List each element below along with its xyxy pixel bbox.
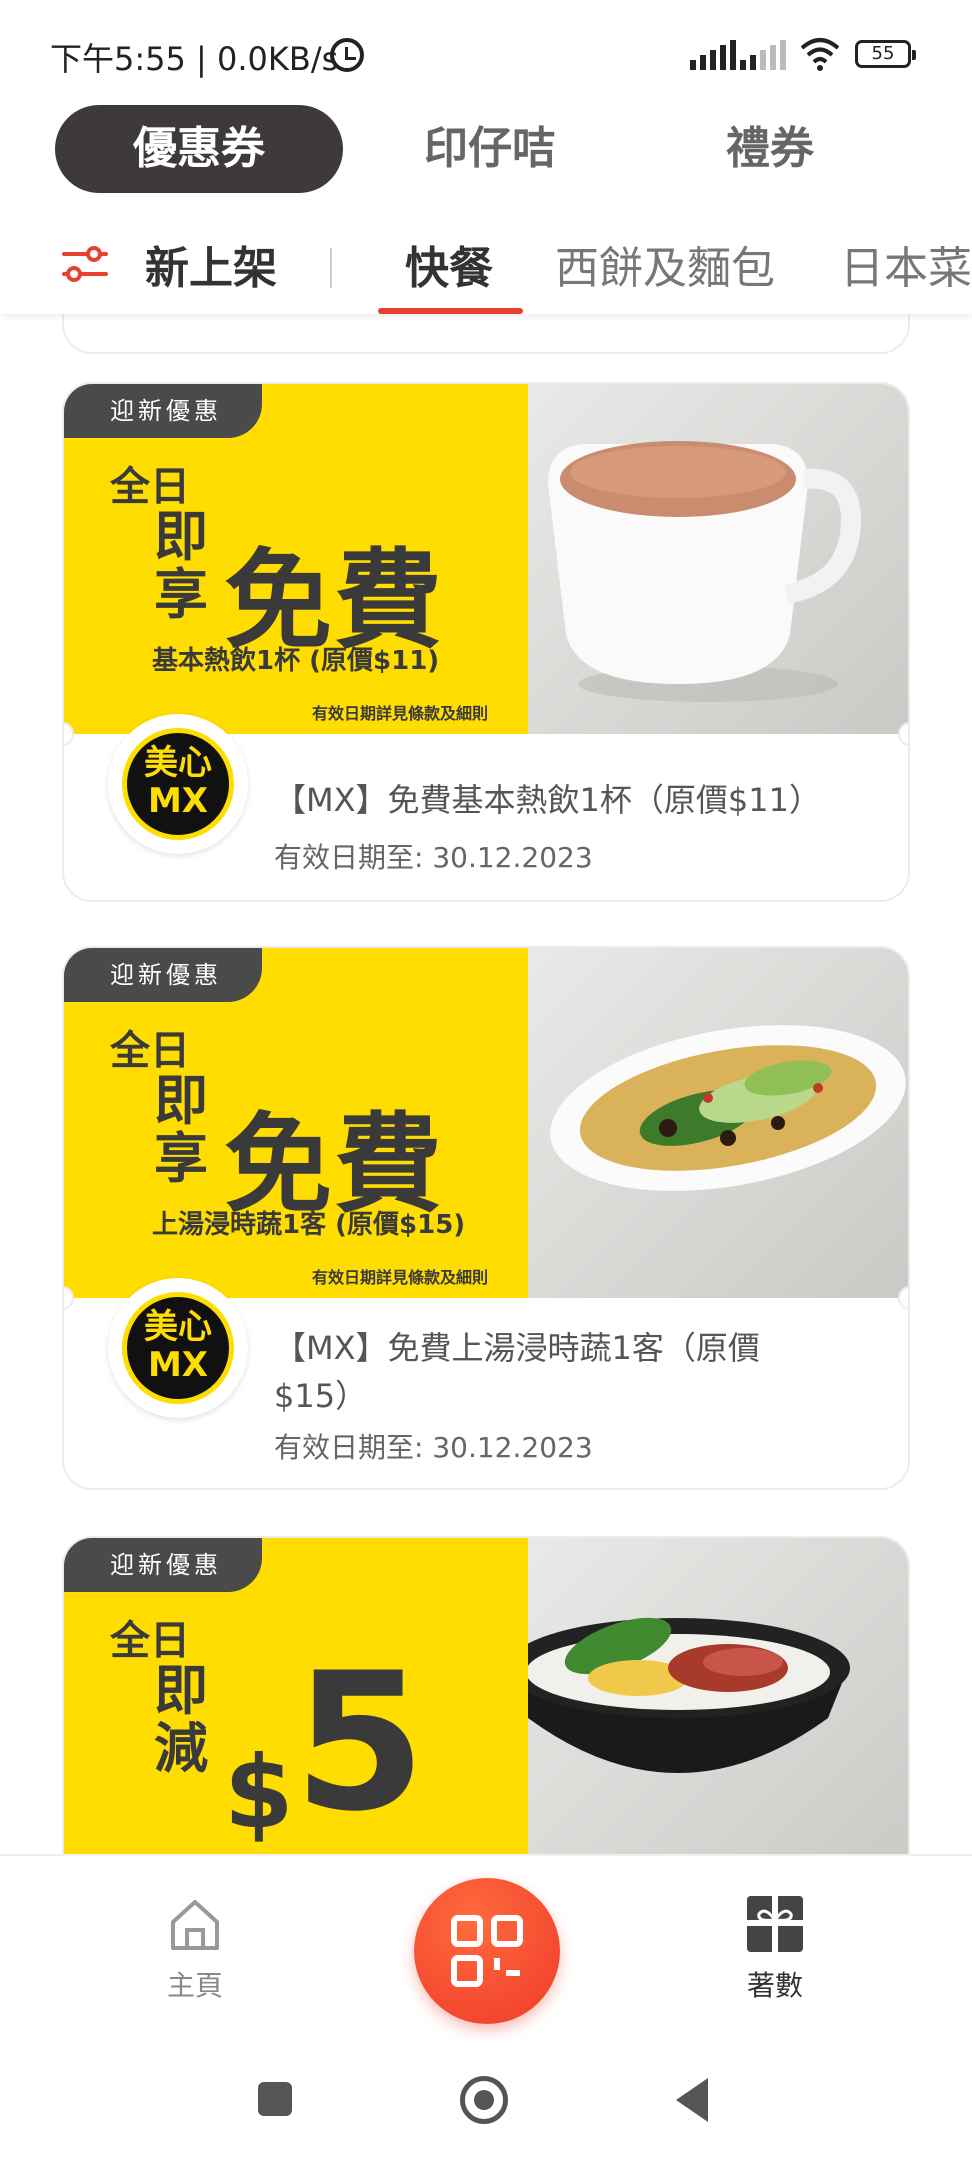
rice-bowl-image xyxy=(506,1538,908,1854)
alarm-icon xyxy=(330,38,364,72)
nav-offers-button[interactable]: 著數 xyxy=(720,1896,830,2004)
home-icon xyxy=(171,1900,219,1950)
tab-stamp-card[interactable]: 印仔咭 xyxy=(380,105,600,193)
drink-image xyxy=(528,384,908,734)
coupon-card[interactable]: 迎新優惠 全日 即享 免費 上湯浸時蔬1客 (原價$15) 有效日期詳見條款及細… xyxy=(62,946,910,1490)
promo-verb: 即享 xyxy=(154,1069,208,1190)
category-new[interactable]: 新上架 xyxy=(145,232,277,296)
coupon-tag: 迎新優惠 xyxy=(64,1538,262,1592)
wifi-icon xyxy=(800,38,840,71)
coupon-banner: 迎新優惠 全日 即享 免費 基本熱飲1杯 (原價$11) 有效日期詳見條款及細則 xyxy=(64,384,908,734)
vegetable-dish-image xyxy=(528,948,908,1298)
qr-scan-icon xyxy=(451,1915,523,1987)
promo-verb: 即享 xyxy=(154,505,208,626)
nav-offers-label: 著數 xyxy=(746,1969,803,2002)
coupon-card-partial[interactable] xyxy=(62,314,910,354)
coupon-title: 【MX】免費上湯浸時蔬1客（原價$15） xyxy=(274,1329,760,1415)
gift-icon xyxy=(747,1896,803,1952)
coupon-card[interactable]: 迎新優惠 全日 即減 $5 xyxy=(62,1536,910,1854)
category-japanese[interactable]: 日本菜 xyxy=(840,232,972,296)
promo-fine-print: 有效日期詳見條款及細則 xyxy=(312,1268,489,1287)
promo-fine-print: 有效日期詳見條款及細則 xyxy=(312,704,489,723)
tab-coupons[interactable]: 優惠券 xyxy=(55,105,343,193)
promo-day: 全日 xyxy=(110,1618,190,1664)
brand-logo: 美心 MX xyxy=(108,714,248,854)
nav-home-button[interactable]: 主頁 xyxy=(140,1896,250,2004)
coupon-list[interactable]: 迎新優惠 全日 即享 免費 基本熱飲1杯 (原價$11) 有效日期詳見條款及細則… xyxy=(0,314,972,1854)
signal-icon xyxy=(740,40,786,70)
status-bar: 下午5:55 | 0.0KB/s 55 xyxy=(0,0,972,100)
qr-scan-button[interactable] xyxy=(414,1878,560,2024)
battery-icon: 55 xyxy=(855,40,916,68)
coupon-title: 【MX】免費基本熱飲1杯（原價$11） xyxy=(274,781,821,819)
system-nav-bar xyxy=(0,2040,972,2160)
promo-day: 全日 xyxy=(110,464,190,510)
top-tabs: 優惠券 印仔咭 禮券 xyxy=(0,105,972,197)
coupon-tag: 迎新優惠 xyxy=(64,948,262,1002)
back-icon[interactable] xyxy=(676,2078,708,2122)
coupon-banner: 迎新優惠 全日 即減 $5 xyxy=(64,1538,908,1854)
promo-verb: 即減 xyxy=(154,1659,208,1780)
coupon-expiry: 有效日期至: 30.12.2023 xyxy=(274,1431,593,1464)
nav-home-label: 主頁 xyxy=(166,1969,223,2002)
category-fast-food[interactable]: 快餐 xyxy=(405,232,493,296)
filter-icon[interactable] xyxy=(60,242,110,288)
promo-amount: $5 xyxy=(224,1632,426,1853)
bottom-nav: 主頁 著數 xyxy=(0,1854,972,2040)
category-row: 新上架 快餐 西餅及麵包 日本菜 xyxy=(0,222,972,314)
category-bakery[interactable]: 西餅及麵包 xyxy=(555,232,775,296)
coupon-card[interactable]: 迎新優惠 全日 即享 免費 基本熱飲1杯 (原價$11) 有效日期詳見條款及細則… xyxy=(62,382,910,902)
category-divider xyxy=(330,248,332,288)
tab-gift-voucher[interactable]: 禮券 xyxy=(680,105,860,193)
status-time: 下午5:55 | 0.0KB/s xyxy=(50,40,339,78)
promo-subline: 上湯浸時蔬1客 (原價$15) xyxy=(152,1210,466,1240)
promo-subline: 基本熱飲1杯 (原價$11) xyxy=(152,646,440,676)
coupon-tag: 迎新優惠 xyxy=(64,384,262,438)
coupon-expiry: 有效日期至: 30.12.2023 xyxy=(274,841,593,874)
system-home-icon[interactable] xyxy=(460,2076,508,2124)
signal-icon xyxy=(690,40,736,70)
coupon-banner: 迎新優惠 全日 即享 免費 上湯浸時蔬1客 (原價$15) 有效日期詳見條款及細… xyxy=(64,948,908,1298)
recent-apps-icon[interactable] xyxy=(258,2082,292,2116)
active-category-indicator xyxy=(378,308,523,314)
promo-day: 全日 xyxy=(110,1028,190,1074)
brand-logo: 美心 MX xyxy=(108,1278,248,1418)
